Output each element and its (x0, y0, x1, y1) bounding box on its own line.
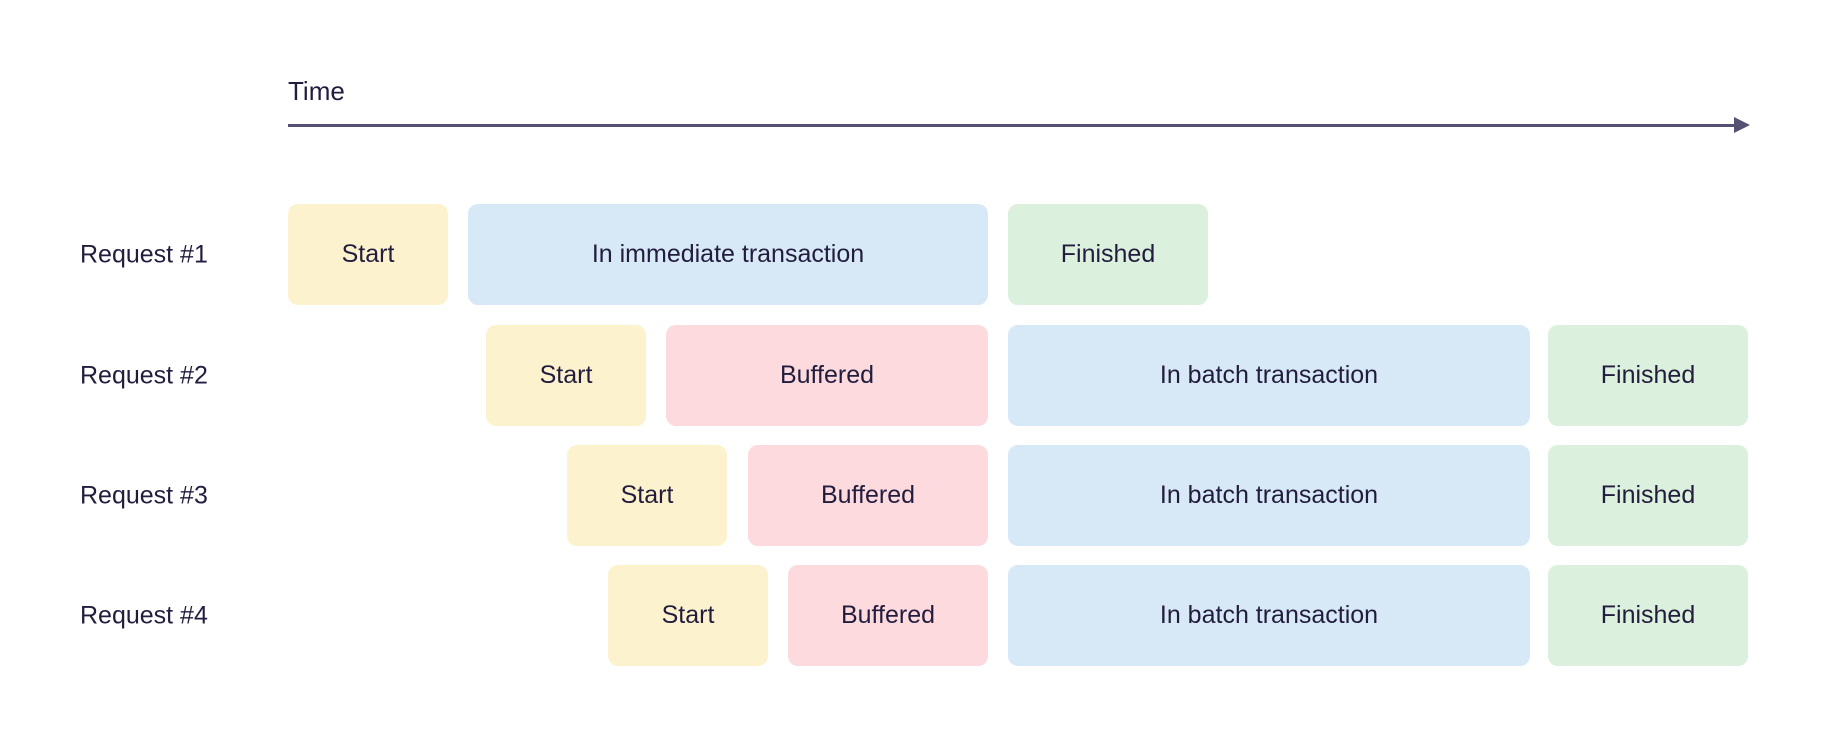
request-lifecycle-timeline-diagram: Time Request #1 Start In immediate transac… (0, 0, 1828, 746)
phase-block-finished[interactable]: Finished (1548, 325, 1748, 426)
phase-block-buffered[interactable]: Buffered (666, 325, 988, 426)
time-axis-line (288, 124, 1736, 127)
phase-block-finished[interactable]: Finished (1548, 565, 1748, 666)
phase-block-buffered[interactable]: Buffered (748, 445, 988, 546)
phase-block-buffered[interactable]: Buffered (788, 565, 988, 666)
timeline-row: Request #2 Start Buffered In batch transact… (0, 325, 1828, 426)
phase-block-txn[interactable]: In batch transaction (1008, 445, 1530, 546)
phase-block-txn[interactable]: In batch transaction (1008, 565, 1530, 666)
time-axis-label: Time (288, 76, 345, 106)
arrow-right-icon (1734, 117, 1750, 133)
phase-block-txn[interactable]: In immediate transaction (468, 204, 988, 305)
phase-block-txn[interactable]: In batch transaction (1008, 325, 1530, 426)
request-row-label: Request #2 (80, 361, 208, 389)
request-row-label: Request #4 (80, 601, 208, 629)
timeline-row: Request #1 Start In immediate transaction F… (0, 204, 1828, 305)
phase-block-start[interactable]: Start (608, 565, 768, 666)
phase-block-finished[interactable]: Finished (1008, 204, 1208, 305)
request-row-label: Request #3 (80, 481, 208, 509)
timeline-row: Request #4 Start Buffered In batch transact… (0, 565, 1828, 666)
request-row-label: Request #1 (80, 240, 208, 268)
phase-block-start[interactable]: Start (486, 325, 646, 426)
timeline-row: Request #3 Start Buffered In batch transact… (0, 445, 1828, 546)
phase-block-start[interactable]: Start (567, 445, 727, 546)
phase-block-finished[interactable]: Finished (1548, 445, 1748, 546)
phase-block-start[interactable]: Start (288, 204, 448, 305)
